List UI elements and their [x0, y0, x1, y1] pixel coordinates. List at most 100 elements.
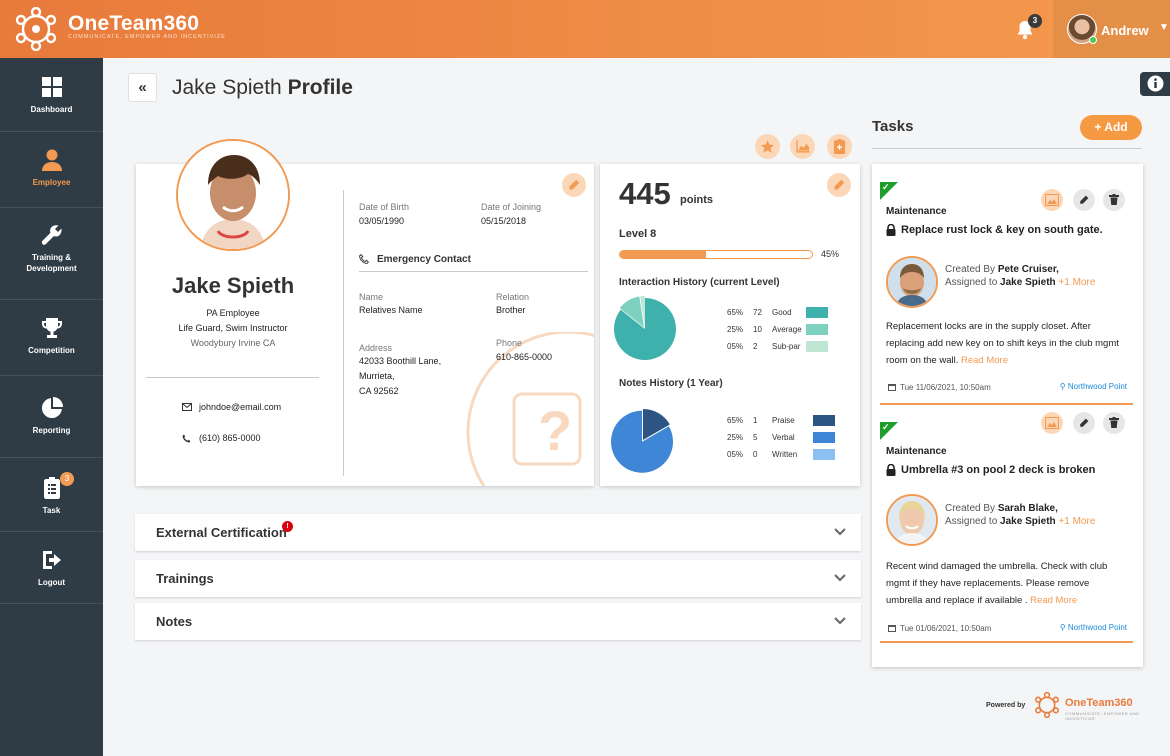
edit-points-button[interactable] — [827, 173, 851, 197]
add-task-button[interactable]: + Add — [1080, 115, 1142, 140]
task-image-button[interactable] — [1041, 412, 1063, 434]
plus-icon: + — [1094, 120, 1105, 134]
double-chevron-left-icon: « — [138, 79, 147, 96]
doj-label: Date of Joining — [481, 202, 542, 212]
notes-history-title: Notes History (1 Year) — [619, 378, 723, 389]
task-category: Maintenance — [886, 446, 947, 457]
legend-label: Good — [772, 308, 792, 317]
area-chart-icon — [795, 140, 810, 153]
accordion-external-certification[interactable]: External Certification ! — [135, 514, 861, 551]
online-status-dot — [1089, 36, 1097, 44]
phone-link[interactable]: (610) 865-0000 — [199, 431, 261, 446]
calendar-icon — [888, 384, 896, 391]
ec-phone-value[interactable]: 610-865-0000 — [496, 350, 552, 365]
add-task-label: Add — [1104, 120, 1128, 134]
report-button[interactable] — [827, 134, 852, 159]
legend-swatch — [813, 415, 835, 426]
task-location-text: Northwood Point — [1067, 382, 1127, 391]
profile-avatar — [176, 139, 290, 251]
task-location[interactable]: ⚲ Northwood Point — [1060, 623, 1127, 632]
created-by-name: Pete Cruiser, — [997, 264, 1059, 275]
task-card[interactable]: ✓ Maintenance Umbrella #3 on pool 2 deck… — [880, 412, 1133, 643]
sidebar-item-label: Competition — [28, 346, 75, 355]
task-count-badge: 3 — [60, 472, 74, 486]
chart-button[interactable] — [790, 134, 815, 159]
sidebar-item-task[interactable]: 3 Task — [0, 458, 103, 532]
oneteam360-logo[interactable] — [14, 7, 58, 51]
image-icon — [1045, 194, 1059, 206]
legend-count: 5 — [753, 433, 758, 442]
sidebar-item-label: Logout — [37, 578, 66, 587]
notes-pie-chart — [611, 409, 673, 473]
task-location[interactable]: ⚲ Northwood Point — [1060, 382, 1127, 391]
back-button[interactable]: « — [128, 73, 157, 102]
dob-value: 03/05/1990 — [359, 216, 405, 226]
pencil-icon — [1080, 195, 1089, 204]
sidebar-item-logout[interactable]: Logout — [0, 532, 103, 604]
task-date: Tue 01/06/2021, 10:50am — [900, 624, 992, 633]
task-delete-button[interactable] — [1103, 412, 1125, 434]
doj-value: 05/15/2018 — [481, 216, 527, 226]
read-more-link[interactable]: Read More — [961, 355, 1008, 366]
task-delete-button[interactable] — [1103, 189, 1125, 211]
accordion-title: Trainings — [156, 571, 214, 586]
sidebar-item-employee[interactable]: Employee — [0, 132, 103, 208]
accordion-notes[interactable]: Notes — [135, 603, 861, 640]
read-more-link[interactable]: Read More — [1030, 595, 1077, 606]
task-creator-avatar — [886, 494, 938, 546]
more-assignees-link[interactable]: +1 More — [1058, 516, 1095, 527]
sidebar-item-reporting[interactable]: Reporting — [0, 376, 103, 458]
star-icon — [760, 140, 775, 153]
legend-label: Praise — [772, 416, 795, 425]
legend-percent: 05% — [727, 450, 744, 459]
created-by-label: Created By — [945, 264, 996, 275]
legend-swatch — [813, 449, 835, 460]
interaction-history-title: Interaction History (current Level) — [619, 277, 780, 288]
level-progress-fill — [620, 251, 707, 258]
lock-icon — [886, 464, 896, 476]
accordion-title: Notes — [156, 614, 193, 629]
email-link[interactable]: johndoe@email.com — [199, 400, 281, 415]
edit-profile-button[interactable] — [562, 173, 586, 197]
accordion-trainings[interactable]: Trainings — [135, 560, 861, 597]
wrench-icon — [41, 225, 62, 245]
legend-swatch — [813, 432, 835, 443]
task-edit-button[interactable] — [1073, 412, 1095, 434]
task-card[interactable]: ✓ Maintenance Replace rust lock & key on… — [880, 182, 1133, 405]
legend-label: Written — [772, 450, 798, 459]
sidebar-item-dashboard[interactable]: Dashboard — [0, 58, 103, 132]
task-creator-avatar — [886, 256, 938, 308]
sidebar-item-competition[interactable]: Competition — [0, 300, 103, 376]
user-icon — [41, 149, 62, 171]
sidebar-item-label: Task — [42, 506, 61, 515]
ec-address-label: Address — [359, 343, 393, 353]
ec-relation-value: Brother — [496, 305, 526, 315]
phone-icon — [182, 434, 191, 443]
location-pin-icon: ⚲ — [1059, 382, 1068, 391]
sidebar-item-training[interactable]: Training & Development — [0, 208, 103, 300]
task-assigned-to: Assigned to Jake Spieth +1 More — [945, 515, 1095, 528]
chevron-down-icon — [834, 574, 846, 582]
pencil-icon — [834, 179, 845, 190]
vertical-divider — [343, 190, 344, 476]
powered-by-label: Powered by — [986, 702, 1026, 709]
task-image-button[interactable] — [1041, 189, 1063, 211]
grid-icon — [41, 77, 62, 97]
page-title-name: Jake Spieth — [172, 76, 282, 99]
task-edit-button[interactable] — [1073, 189, 1095, 211]
sidebar-item-label: Reporting — [32, 426, 71, 435]
user-menu[interactable]: Andrew ▼ — [1053, 0, 1170, 58]
info-icon — [1147, 75, 1164, 92]
task-created-by: Created By Pete Cruiser, — [945, 263, 1059, 276]
sidebar-item-label: Dashboard — [30, 105, 73, 114]
ec-address-line2: Murrieta, — [359, 371, 395, 381]
legend-count: 0 — [753, 450, 758, 459]
footer-tagline: COMMUNICATE, EMPOWER AND INCENTIVIZE — [1065, 711, 1140, 721]
top-bar: OneTeam360 COMMUNICATE, EMPOWER AND INCE… — [0, 0, 1170, 58]
task-created-by: Created By Sarah Blake, — [945, 502, 1058, 515]
ec-address-line3: CA 92562 — [359, 386, 399, 396]
more-assignees-link[interactable]: +1 More — [1058, 277, 1095, 288]
star-button[interactable] — [755, 134, 780, 159]
info-button[interactable] — [1140, 72, 1170, 96]
ec-name-label: Name — [359, 292, 384, 302]
